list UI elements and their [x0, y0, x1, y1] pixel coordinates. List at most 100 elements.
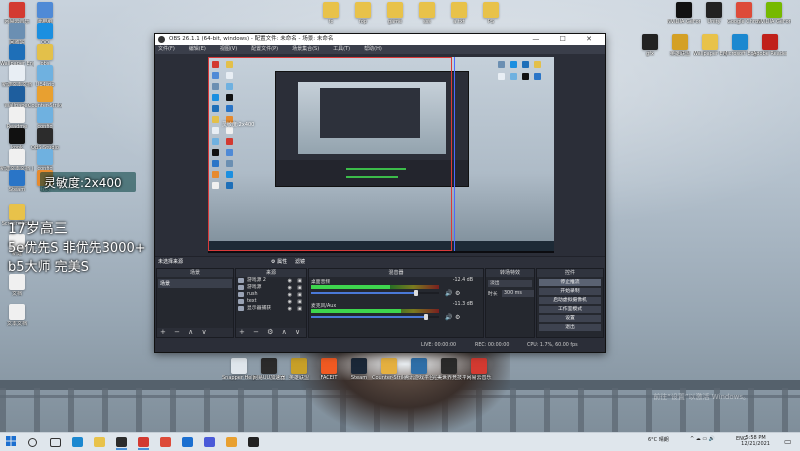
- desktop-icon[interactable]: OBS Studio: [28, 128, 62, 151]
- menu-item[interactable]: 视图(V): [220, 46, 237, 52]
- desktop-icon[interactable]: 此电脑: [28, 2, 62, 25]
- preview-icon: [510, 73, 517, 80]
- desktop-icon[interactable]: UE4.zip: [28, 65, 62, 88]
- desktop-icon[interactable]: config: [28, 149, 62, 172]
- desktop-icon[interactable]: fop: [346, 2, 380, 25]
- source-item[interactable]: 显示器捕获 ◉ ▣: [236, 305, 306, 312]
- control-button[interactable]: 工作室模式: [539, 306, 601, 313]
- desktop-icon[interactable]: NVIDIA GeForce: [667, 2, 701, 25]
- desktop-icon[interactable]: 网易UU加速器: [252, 358, 286, 381]
- obs-icon[interactable]: [116, 437, 127, 447]
- desktop-icon[interactable]: obs: [28, 44, 62, 67]
- control-button[interactable]: 退出: [539, 324, 601, 331]
- source-item[interactable]: text ◉ ▣: [236, 298, 306, 305]
- taskbar: 6°C 晴朗 ^ ☁ ▭ 🔊 ENG 5:58 PM 12/21/2021 ▭: [0, 432, 800, 451]
- gear-icon[interactable]: ⚙: [455, 290, 460, 297]
- desktop-icon[interactable]: game: [378, 2, 412, 25]
- desktop-icon[interactable]: 完美世界竞技平台: [432, 358, 466, 381]
- source-item[interactable]: 游戏源 ◉ ▣: [236, 284, 306, 291]
- start-button[interactable]: [6, 436, 16, 446]
- desktop-icon[interactable]: 文本文档: [0, 304, 34, 327]
- desktop-icon[interactable]: Counter-Strike: [28, 86, 62, 109]
- desktop-icon[interactable]: Snapper Helper: [222, 358, 256, 381]
- menu-item[interactable]: 工具(T): [333, 46, 350, 52]
- search-icon[interactable]: [28, 438, 37, 447]
- desktop-icon[interactable]: sss: [410, 2, 444, 25]
- lock-icon[interactable]: ▣: [297, 306, 302, 313]
- obs-window[interactable]: OBS 26.1.1 (64-bit, windows) - 配置文件: 未命名…: [154, 33, 606, 353]
- desktop-icon[interactable]: Counter-Strike Global Offe...: [372, 358, 406, 381]
- control-button[interactable]: 开始录制: [539, 288, 601, 295]
- desktop-icon[interactable]: Wallpaper Engine: [693, 34, 727, 57]
- activation-watermark: 前往“设置”以激活 Windows。: [653, 393, 750, 401]
- task-view-icon[interactable]: [50, 438, 61, 447]
- desktop-icon[interactable]: Unity: [697, 2, 731, 25]
- sources-footer-buttons[interactable]: + − ⚙ ∧ ∨: [236, 328, 306, 337]
- desktop-icon[interactable]: 英雄联盟: [663, 34, 697, 57]
- desktop-icon[interactable]: Google Chrome: [727, 2, 761, 25]
- desktop-icon[interactable]: NVIDIA GeForce Experience: [757, 2, 791, 25]
- clock[interactable]: 5:58 PM 12/21/2021: [741, 435, 770, 447]
- folder-icon: [451, 2, 467, 18]
- app-blue-icon[interactable]: [182, 437, 193, 447]
- explorer-icon[interactable]: [94, 437, 105, 447]
- control-button[interactable]: 启动虚拟摄像机: [539, 297, 601, 304]
- speaker-icon[interactable]: 🔊: [445, 290, 452, 297]
- volume-slider-handle[interactable]: [413, 290, 418, 296]
- menu-item[interactable]: 配置文件(P): [251, 46, 278, 52]
- menu-item[interactable]: 场景集合(S): [292, 46, 319, 52]
- source-item[interactable]: rush ◉ ▣: [236, 291, 306, 298]
- edge-icon[interactable]: [72, 437, 83, 447]
- source-item[interactable]: 游戏源 2 ◉ ▣: [236, 277, 306, 284]
- preview-selection-box[interactable]: [208, 57, 452, 251]
- desktop-icon[interactable]: PS: [474, 2, 508, 25]
- desktop-icon[interactable]: 腾讯游戏平台: [402, 358, 436, 381]
- desktop-icon-label: 英雄联盟: [669, 51, 690, 57]
- obs-preview[interactable]: 灵敏度:2x400: [208, 57, 554, 253]
- obs-2-icon[interactable]: [248, 437, 259, 447]
- desktop-icon-label: 文本文档: [6, 321, 27, 327]
- menu-item[interactable]: 编辑(E): [189, 46, 206, 52]
- desktop-icon-label: Unity: [707, 19, 721, 25]
- desktop-icon[interactable]: fc: [314, 2, 348, 25]
- weather-widget[interactable]: 6°C 晴朗: [648, 436, 669, 443]
- menu-item[interactable]: 帮助(H): [364, 46, 382, 52]
- desktop-icon[interactable]: QQ: [28, 23, 62, 46]
- speaker-icon[interactable]: 🔊: [445, 314, 452, 321]
- desktop-icon[interactable]: config: [28, 107, 62, 130]
- volume-slider[interactable]: [311, 314, 439, 320]
- desktop-icon[interactable]: FACEIT: [312, 358, 346, 381]
- folder-icon[interactable]: [226, 437, 237, 447]
- visibility-eye-icon[interactable]: ◉: [288, 306, 292, 313]
- tray-icons[interactable]: ^ ☁ ▭ 🔊: [690, 436, 715, 442]
- volume-slider[interactable]: [311, 290, 439, 296]
- obs-titlebar[interactable]: OBS 26.1.1 (64-bit, windows) - 配置文件: 未命名…: [155, 34, 605, 45]
- transition-type-select[interactable]: 淡出: [488, 280, 532, 287]
- notification-icon[interactable]: ▭: [784, 437, 794, 447]
- scenes-footer-buttons[interactable]: + − ∧ ∨: [157, 328, 233, 337]
- desktop-icon[interactable]: 文档: [0, 274, 34, 297]
- desktop-icon[interactable]: gfx: [633, 34, 667, 57]
- desktop-icon[interactable]: a.txt: [442, 2, 476, 25]
- control-button[interactable]: 停止推流: [539, 279, 601, 286]
- controls-header: 控件: [537, 269, 603, 277]
- scene-item[interactable]: 场景: [158, 279, 232, 288]
- desktop-icon[interactable]: Steam: [342, 358, 376, 381]
- desktop-icon[interactable]: Microsoft Edge: [723, 34, 757, 57]
- app-store-icon[interactable]: [204, 437, 215, 447]
- controls-list: 停止推流开始录制启动虚拟摄像机 工作室模式设置退出: [537, 279, 603, 331]
- desktop-icon[interactable]: 英雄联盟: [282, 358, 316, 381]
- desktop-icon[interactable]: 网易云音乐: [462, 358, 496, 381]
- volume-slider-handle[interactable]: [424, 314, 429, 320]
- menu-item[interactable]: 文件(F): [158, 46, 175, 52]
- netease-music-icon[interactable]: [138, 437, 149, 447]
- app-icon: [9, 86, 25, 102]
- control-button[interactable]: 设置: [539, 315, 601, 322]
- filters-button[interactable]: 滤镜: [295, 257, 305, 268]
- chrome-icon[interactable]: [160, 437, 171, 447]
- window-controls[interactable]: — ☐ ✕: [532, 34, 601, 45]
- duration-input[interactable]: 300 ms: [502, 290, 534, 297]
- gear-icon[interactable]: ⚙: [455, 314, 460, 321]
- desktop-icon[interactable]: Adobe Reader: [753, 34, 787, 57]
- properties-button[interactable]: ⚙ 属性: [271, 257, 287, 268]
